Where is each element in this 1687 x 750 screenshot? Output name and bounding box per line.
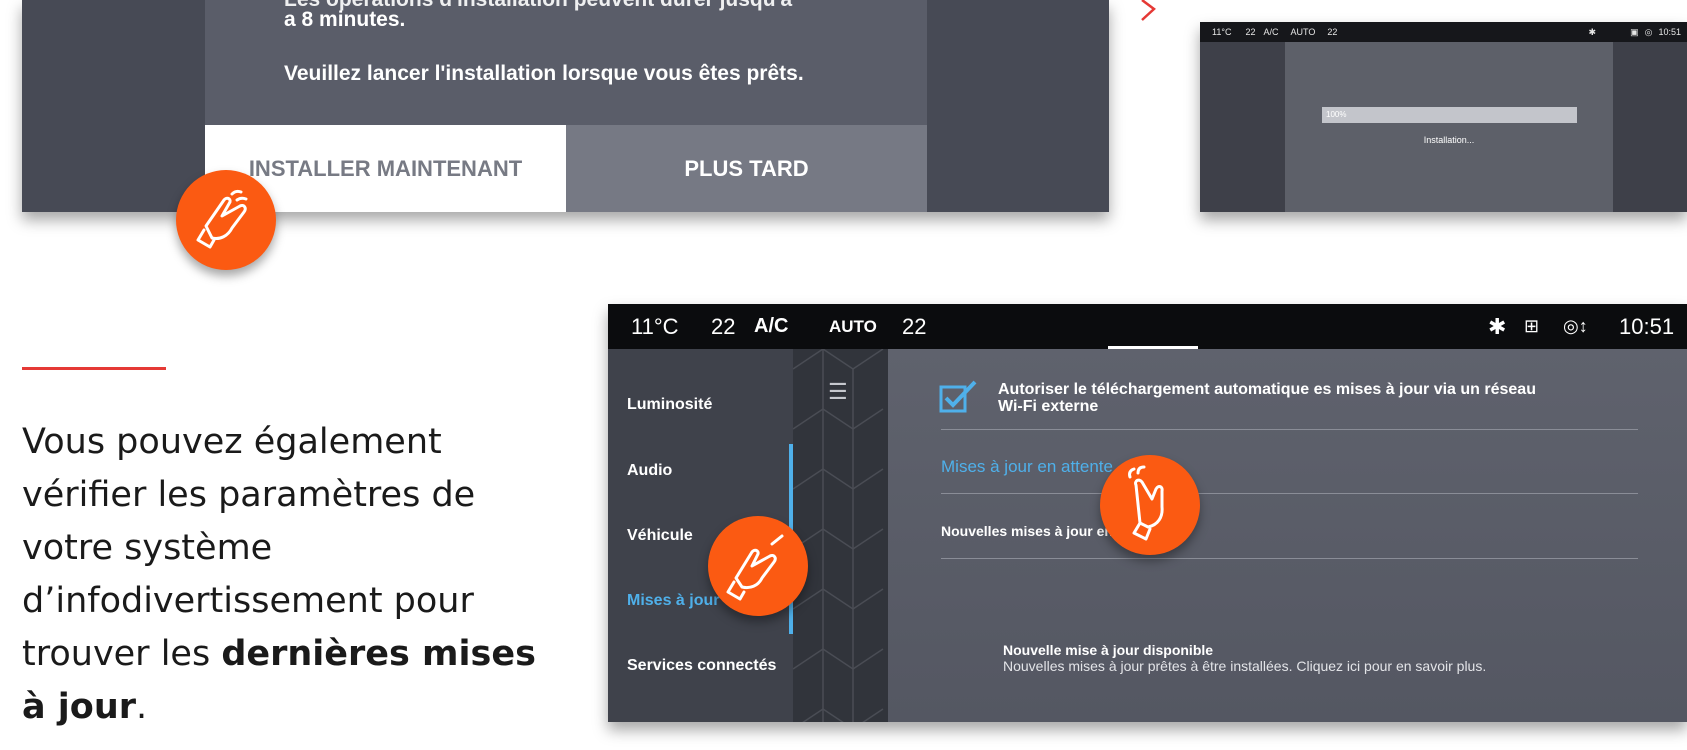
install-time: 10:51 — [1658, 27, 1681, 37]
dialog-text-line1: a 8 minutes. — [284, 8, 406, 31]
tap-hand-icon-updates-menu — [708, 516, 808, 616]
install-temp: 11°C — [1212, 27, 1232, 37]
settings-auto: AUTO — [829, 317, 877, 336]
install-statusbar: 11°C 22 A/C AUTO 22 ✱ ▣ ◎ 10:51 — [1200, 22, 1687, 42]
divider-1 — [941, 429, 1638, 430]
sidebar-item-luminosite[interactable]: Luminosité — [627, 396, 712, 414]
tap-hand-icon-install — [176, 170, 276, 270]
location-icon: ◎ — [1644, 26, 1653, 37]
next-arrow-icon — [1141, 0, 1156, 21]
settings-time: 10:51 — [1619, 314, 1675, 339]
dialog-text-line2: Veuillez lancer l'installation lorsque v… — [284, 62, 804, 85]
installation-status: Installation... — [1423, 135, 1475, 145]
sidebar-item-services-connectes[interactable]: Services connectés — [627, 657, 776, 675]
settings-content: Autoriser le téléchargement automatique … — [888, 349, 1687, 722]
later-button[interactable]: PLUS TARD — [566, 125, 927, 212]
car-icon: ▣ — [1630, 26, 1639, 37]
location-signal-icon: ◎↕ — [1563, 316, 1588, 336]
sidebar-item-mises-a-jour[interactable]: Mises à jour — [627, 592, 719, 610]
progress-bar: 100% — [1322, 107, 1577, 123]
menu-icon[interactable]: ☰ — [828, 379, 848, 405]
divider-2 — [941, 493, 1638, 494]
intro-paragraph: Vous pouvez également vérifier les param… — [22, 416, 552, 734]
intro-end: . — [136, 687, 148, 727]
red-divider — [22, 367, 166, 370]
install-center-panel: 100% Installation... — [1285, 42, 1613, 212]
notification-body[interactable]: Nouvelles mises à jour prêtes à être ins… — [1003, 658, 1486, 674]
install-ac: A/C — [1263, 27, 1279, 37]
new-updates-item[interactable]: Nouvelles mises à jour en — [941, 523, 1113, 539]
auto-download-label-1: Autoriser le téléchargement automatique … — [998, 381, 1536, 398]
pending-updates-item[interactable]: Mises à jour en attente — [941, 457, 1113, 477]
install-right-setting: 22 — [1327, 27, 1338, 37]
settings-ac: A/C — [754, 315, 789, 337]
sidebar-item-audio[interactable]: Audio — [627, 462, 672, 480]
settings-left-setting: 22 — [711, 314, 736, 339]
settings-right-setting: 22 — [902, 314, 927, 339]
sidebar-item-vehicule[interactable]: Véhicule — [627, 527, 693, 545]
bluetooth-icon: ✱ — [1588, 26, 1597, 37]
notification-title[interactable]: Nouvelle mise à jour disponible — [1003, 642, 1213, 658]
settings-statusbar: 11°C 22 A/C AUTO 22 ✱ ⊞ ◎↕ 10:51 — [608, 304, 1687, 349]
bluetooth-icon: ✱ — [1488, 314, 1507, 339]
settings-temp: 11°C — [631, 314, 679, 339]
auto-download-label-2: Wi-Fi externe — [998, 398, 1099, 415]
install-auto: AUTO — [1290, 27, 1316, 37]
installation-screenshot: 11°C 22 A/C AUTO 22 ✱ ▣ ◎ 10:51 100% Ins… — [1200, 22, 1687, 212]
install-left-setting: 22 — [1245, 27, 1256, 37]
4g-car-icon: ⊞ — [1524, 316, 1540, 336]
divider-3 — [941, 558, 1638, 559]
checkbox-checked-icon[interactable] — [939, 379, 979, 415]
dialog-panel: Les opérations d'installation peuvent du… — [205, 0, 927, 212]
tap-hand-icon-pending — [1100, 455, 1200, 555]
